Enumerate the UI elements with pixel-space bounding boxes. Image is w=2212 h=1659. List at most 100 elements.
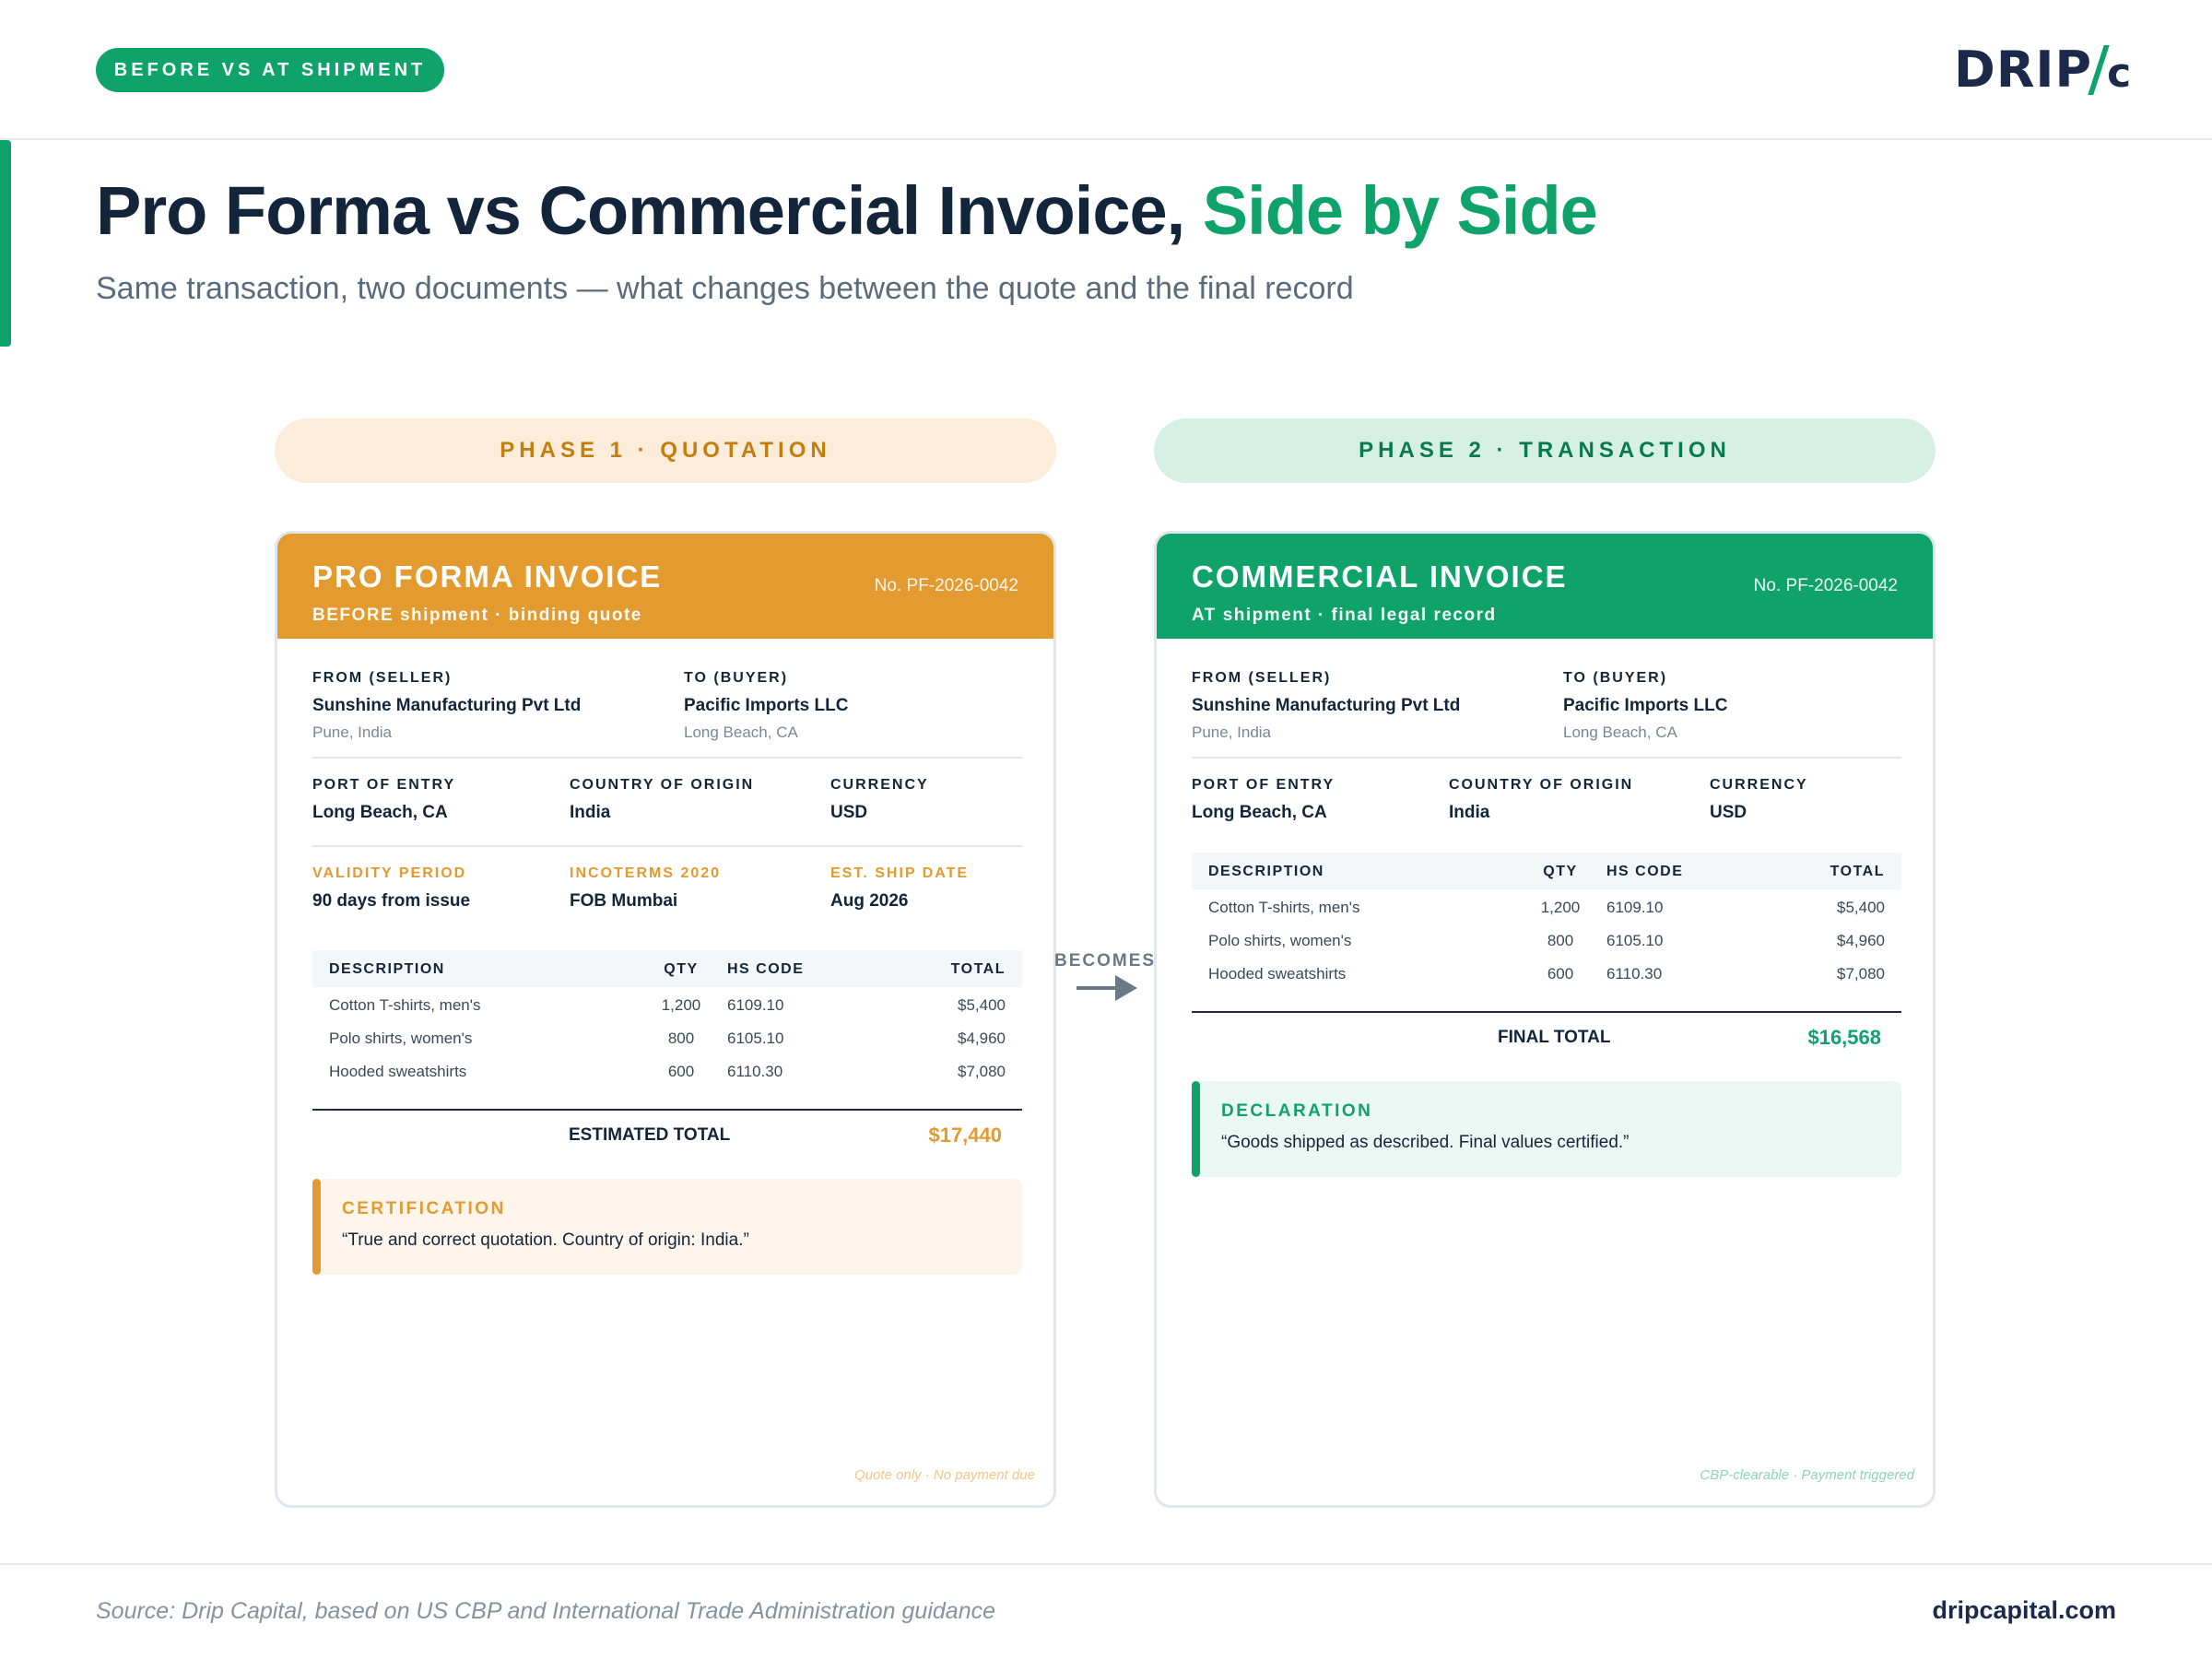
ship-date-label: EST. SHIP DATE bbox=[830, 865, 970, 881]
logo-suffix: c bbox=[2107, 50, 2133, 97]
col-qty: QTY bbox=[664, 961, 699, 977]
title-main: Pro Forma vs Commercial Invoice, bbox=[96, 172, 1203, 249]
buyer-label: TO (BUYER) bbox=[684, 670, 789, 686]
incoterms-label: INCOTERMS 2020 bbox=[570, 865, 722, 881]
seller-name: Sunshine Manufacturing Pvt Ltd bbox=[312, 696, 582, 715]
cell-hs-code: 6110.30 bbox=[727, 1063, 783, 1080]
becomes-label: BECOMES bbox=[1054, 951, 1157, 971]
port-value: Long Beach, CA bbox=[312, 803, 448, 822]
incoterms-value: FOB Mumbai bbox=[570, 891, 678, 911]
origin-value: India bbox=[1449, 803, 1490, 822]
certification-note: CERTIFICATION “True and correct quotatio… bbox=[312, 1179, 1022, 1275]
cell-qty: 600 bbox=[667, 1063, 695, 1080]
proforma-currency-field: CURRENCY USD bbox=[830, 777, 929, 823]
currency-value: USD bbox=[830, 803, 868, 822]
cell-total: $4,960 bbox=[958, 1030, 1006, 1047]
certification-text: “True and correct quotation. Country of … bbox=[342, 1230, 749, 1250]
cell-qty: 1,200 bbox=[1540, 899, 1581, 916]
col-qty: QTY bbox=[1543, 864, 1578, 879]
cell-description: Hooded sweatshirts bbox=[329, 1063, 467, 1080]
final-total-label: FINAL TOTAL bbox=[1498, 1028, 1611, 1047]
certification-title: CERTIFICATION bbox=[342, 1199, 506, 1218]
commercial-buyer: TO (BUYER) Pacific Imports LLC Long Beac… bbox=[1563, 670, 1727, 742]
header-divider bbox=[0, 138, 2212, 140]
validity-label: VALIDITY PERIOD bbox=[312, 865, 467, 881]
origin-label: COUNTRY OF ORIGIN bbox=[570, 777, 755, 793]
proforma-footer-note: Quote only · No payment due bbox=[854, 1467, 1035, 1483]
phase-2-label: PHASE 2 · TRANSACTION bbox=[1154, 418, 1936, 483]
cell-total: $7,080 bbox=[1837, 965, 1885, 982]
cell-hs-code: 6110.30 bbox=[1606, 965, 1663, 982]
logo-text: DRIP bbox=[1954, 41, 2093, 99]
cell-qty: 600 bbox=[1547, 965, 1574, 982]
buyer-name: Pacific Imports LLC bbox=[684, 696, 849, 715]
buyer-location: Long Beach, CA bbox=[1563, 724, 1677, 741]
header-tag-badge: BEFORE VS AT SHIPMENT bbox=[96, 48, 444, 92]
port-label: PORT OF ENTRY bbox=[312, 777, 456, 793]
page-title: Pro Forma vs Commercial Invoice, Side by… bbox=[96, 171, 1598, 250]
total-divider bbox=[1192, 1011, 1901, 1013]
cell-total: $7,080 bbox=[958, 1063, 1006, 1080]
col-hs-code: HS CODE bbox=[727, 961, 805, 977]
currency-label: CURRENCY bbox=[830, 777, 929, 793]
seller-label: FROM (SELLER) bbox=[312, 670, 453, 686]
total-divider bbox=[312, 1109, 1022, 1111]
table-header: DESCRIPTION QTY HS CODE TOTAL bbox=[1192, 853, 1901, 889]
table-row: Cotton T-shirts, men's 1,200 6109.10 $5,… bbox=[312, 987, 1022, 1020]
declaration-text: “Goods shipped as described. Final value… bbox=[1221, 1133, 1630, 1152]
cell-hs-code: 6109.10 bbox=[727, 996, 784, 1014]
origin-value: India bbox=[570, 803, 611, 822]
commercial-number: No. PF-2026-0042 bbox=[1753, 576, 1898, 595]
website-link[interactable]: dripcapital.com bbox=[1932, 1596, 2116, 1625]
commercial-port-field: PORT OF ENTRY Long Beach, CA bbox=[1192, 777, 1335, 823]
proforma-card-header: PRO FORMA INVOICE BEFORE shipment · bind… bbox=[277, 534, 1053, 639]
cell-total: $5,400 bbox=[1837, 899, 1885, 916]
cell-qty: 800 bbox=[1547, 932, 1574, 949]
declaration-title: DECLARATION bbox=[1221, 1101, 1373, 1121]
seller-name: Sunshine Manufacturing Pvt Ltd bbox=[1192, 696, 1461, 715]
proforma-seller: FROM (SELLER) Sunshine Manufacturing Pvt… bbox=[312, 670, 581, 742]
buyer-name: Pacific Imports LLC bbox=[1563, 696, 1728, 715]
currency-value: USD bbox=[1710, 803, 1747, 822]
declaration-note: DECLARATION “Goods shipped as described.… bbox=[1192, 1081, 1901, 1177]
cell-total: $5,400 bbox=[958, 996, 1006, 1014]
table-row: Polo shirts, women's 800 6105.10 $4,960 bbox=[1192, 923, 1901, 956]
commercial-footer-note: CBP-clearable · Payment triggered bbox=[1700, 1467, 1914, 1483]
col-description: DESCRIPTION bbox=[1208, 864, 1324, 879]
estimated-total-label: ESTIMATED TOTAL bbox=[569, 1125, 731, 1145]
proforma-invoice-card: PRO FORMA INVOICE BEFORE shipment · bind… bbox=[275, 531, 1056, 1508]
source-note: Source: Drip Capital, based on US CBP an… bbox=[96, 1598, 996, 1624]
cell-hs-code: 6105.10 bbox=[727, 1030, 784, 1047]
buyer-location: Long Beach, CA bbox=[684, 724, 798, 741]
seller-label: FROM (SELLER) bbox=[1192, 670, 1332, 686]
footer-divider bbox=[0, 1563, 2212, 1565]
proforma-line-items-table: DESCRIPTION QTY HS CODE TOTAL Cotton T-s… bbox=[312, 950, 1022, 1087]
title-accent: Side by Side bbox=[1202, 172, 1598, 249]
col-total: TOTAL bbox=[950, 961, 1006, 977]
table-row: Polo shirts, women's 800 6105.10 $4,960 bbox=[312, 1020, 1022, 1053]
validity-value: 90 days from issue bbox=[312, 891, 471, 911]
commercial-invoice-card: COMMERCIAL INVOICE AT shipment · final l… bbox=[1154, 531, 1936, 1508]
table-header: DESCRIPTION QTY HS CODE TOTAL bbox=[312, 950, 1022, 987]
cell-hs-code: 6109.10 bbox=[1606, 899, 1664, 916]
cell-hs-code: 6105.10 bbox=[1606, 932, 1664, 949]
cell-qty: 1,200 bbox=[661, 996, 701, 1014]
proforma-incoterms-field: INCOTERMS 2020 FOB Mumbai bbox=[570, 865, 721, 912]
cell-description: Polo shirts, women's bbox=[1208, 932, 1352, 949]
col-description: DESCRIPTION bbox=[329, 961, 445, 977]
cell-qty: 800 bbox=[667, 1030, 695, 1047]
divider bbox=[312, 845, 1022, 847]
currency-label: CURRENCY bbox=[1710, 777, 1808, 793]
commercial-currency-field: CURRENCY USD bbox=[1710, 777, 1808, 823]
cell-total: $4,960 bbox=[1837, 932, 1885, 949]
commercial-line-items-table: DESCRIPTION QTY HS CODE TOTAL Cotton T-s… bbox=[1192, 853, 1901, 989]
cell-description: Cotton T-shirts, men's bbox=[329, 996, 481, 1014]
drip-capital-logo[interactable]: DRIP c bbox=[1954, 41, 2132, 99]
proforma-validity-field: VALIDITY PERIOD 90 days from issue bbox=[312, 865, 470, 912]
estimated-total-value: $17,440 bbox=[928, 1124, 1002, 1147]
buyer-label: TO (BUYER) bbox=[1563, 670, 1668, 686]
divider bbox=[1192, 757, 1901, 759]
proforma-origin-field: COUNTRY OF ORIGIN India bbox=[570, 777, 754, 823]
commercial-seller: FROM (SELLER) Sunshine Manufacturing Pvt… bbox=[1192, 670, 1460, 742]
commercial-subtitle: AT shipment · final legal record bbox=[1192, 606, 1497, 625]
